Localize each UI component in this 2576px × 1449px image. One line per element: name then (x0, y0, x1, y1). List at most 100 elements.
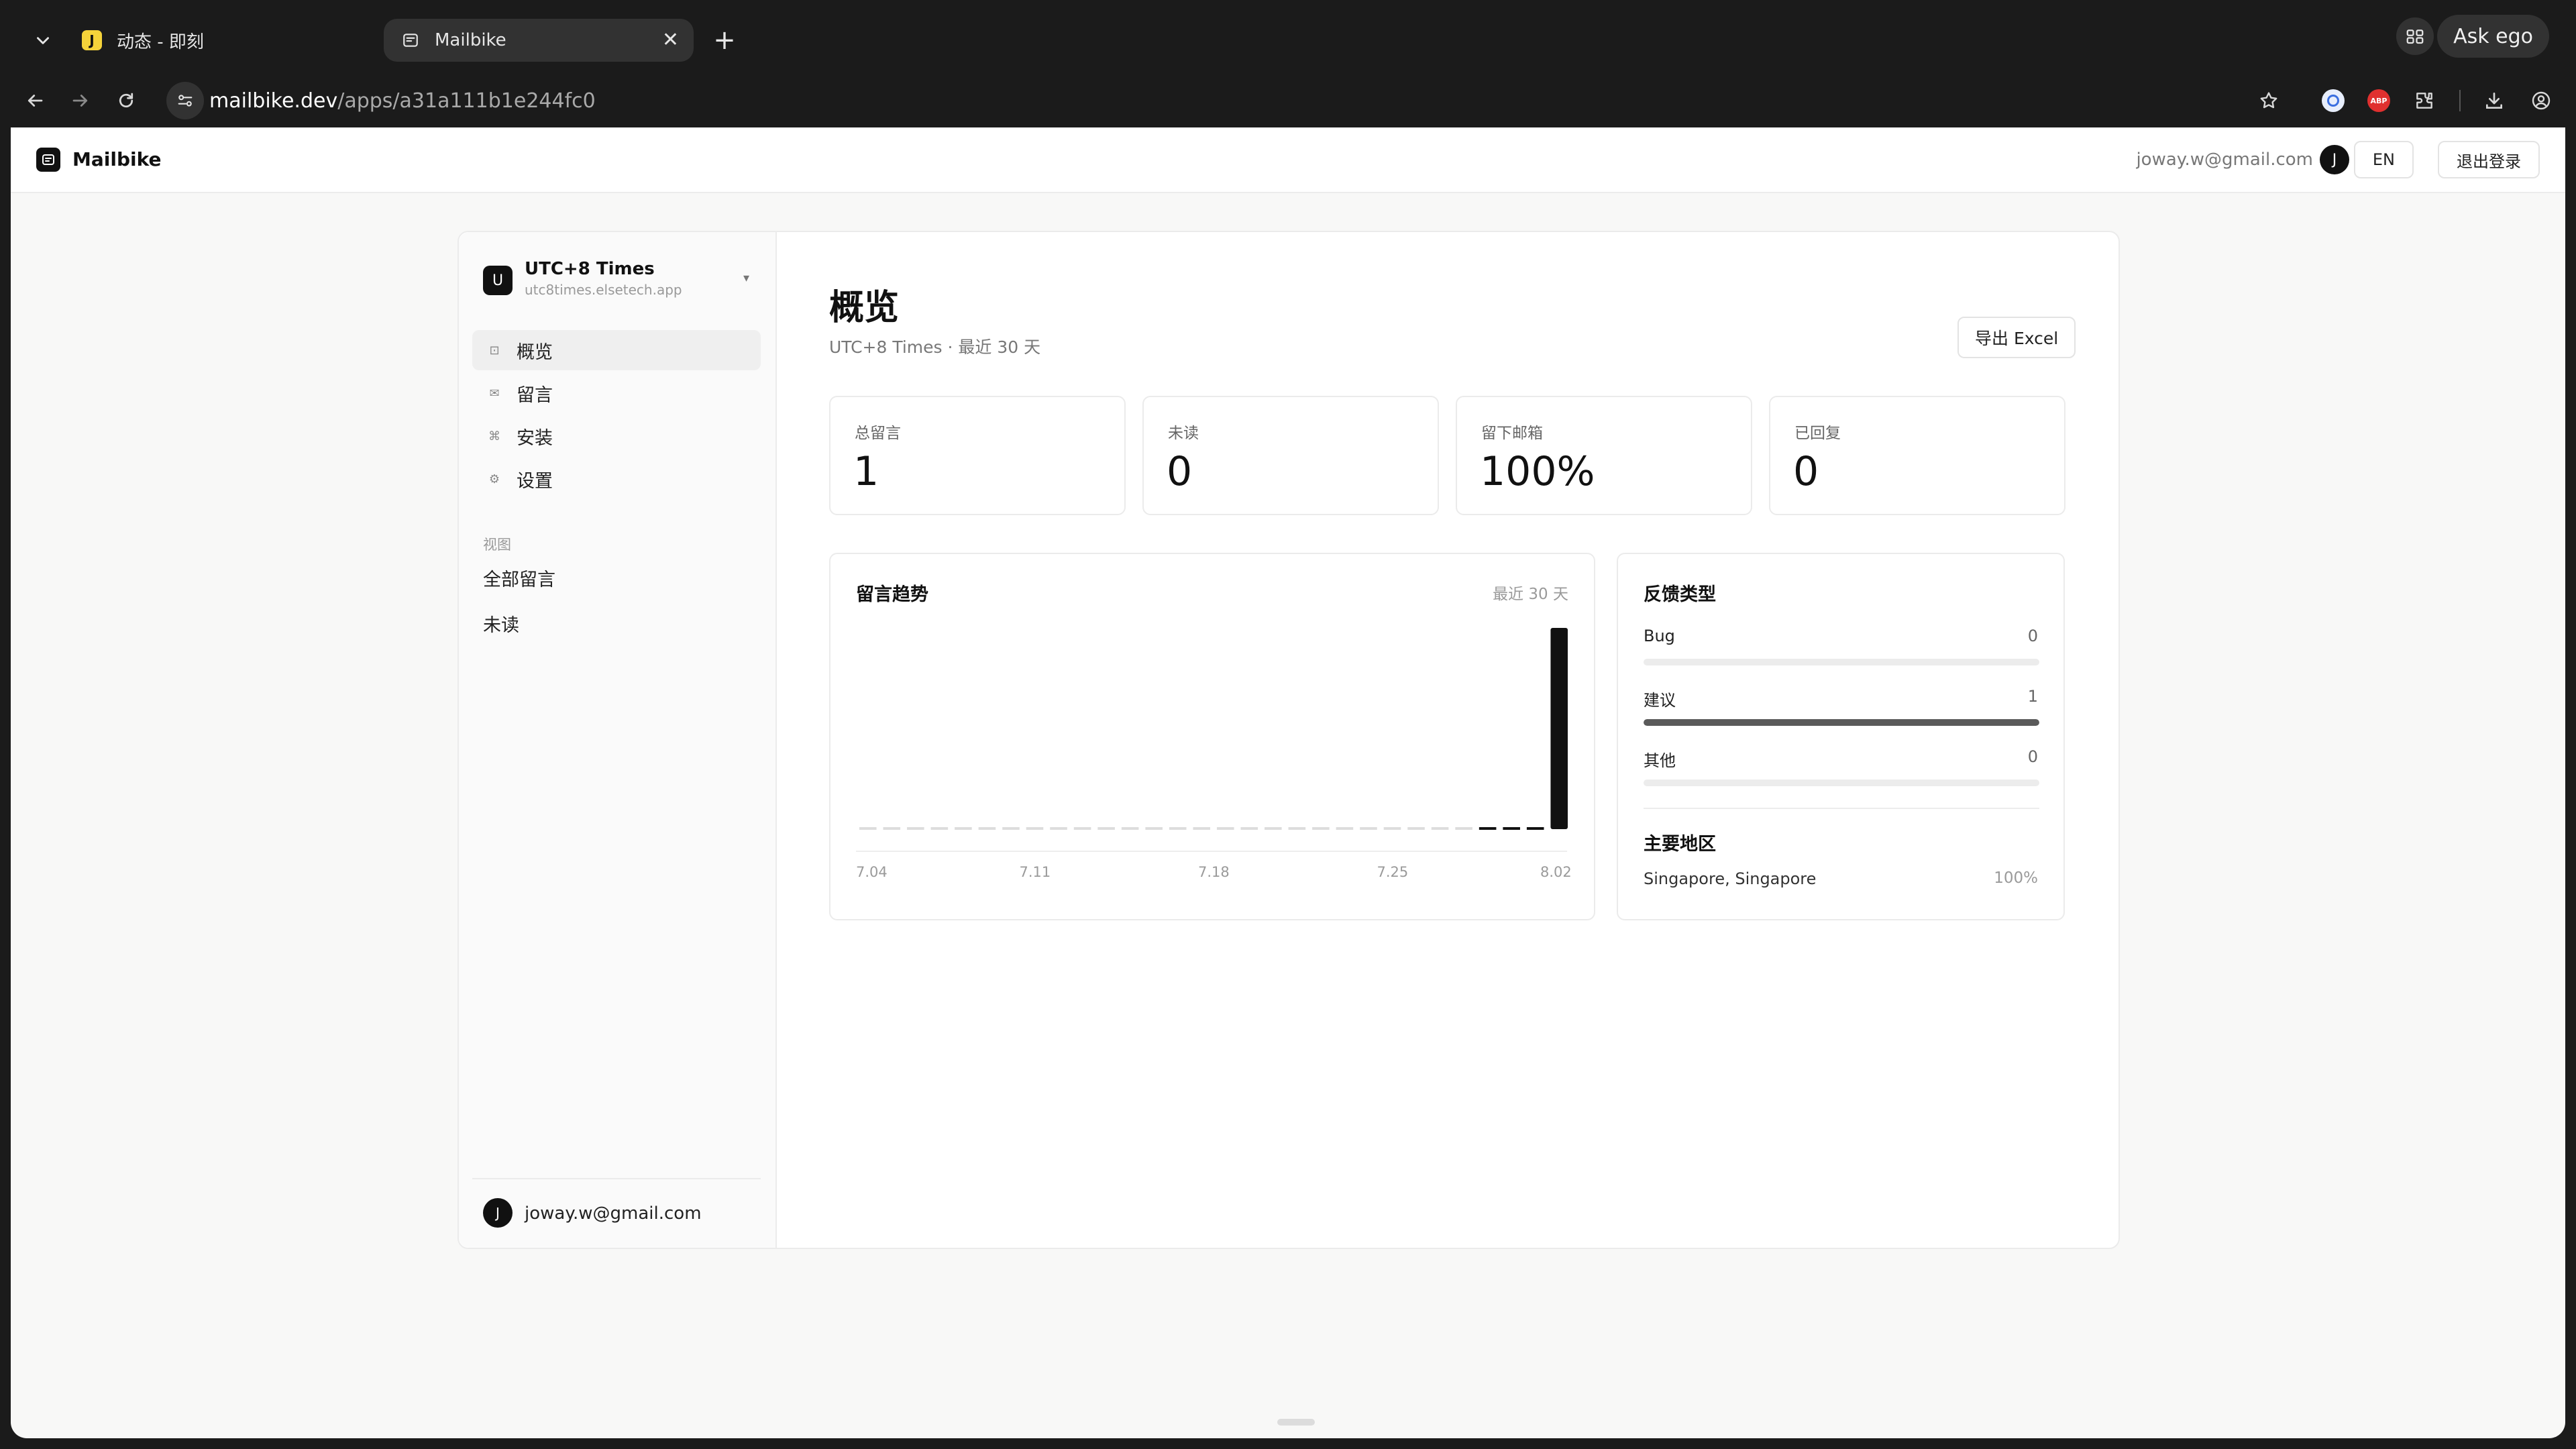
page-subtitle: UTC+8 Times · 最近 30 天 (829, 337, 1041, 357)
chart-bar (1050, 827, 1067, 830)
app-name[interactable]: UTC+8 Times (525, 259, 655, 279)
tab-search-chevron-icon[interactable] (23, 20, 63, 60)
command-icon: ⌘ (488, 429, 500, 443)
views-section-label: 视图 (483, 537, 511, 553)
chart-bar (1216, 827, 1234, 830)
chart-bar (1383, 827, 1401, 830)
chart-bar (1240, 827, 1258, 830)
chart-bar (1193, 827, 1211, 830)
stat-card-email-left: 留下邮箱 100% (1456, 396, 1752, 515)
chart-bar (1026, 827, 1044, 830)
header-user-email: joway.w@gmail.com (2136, 150, 2313, 170)
profile-icon[interactable] (2524, 83, 2559, 118)
gear-icon: ⚙ (488, 472, 500, 486)
feedback-bar-fill (1644, 719, 2039, 726)
top-region-name: Singapore, Singapore (1644, 869, 1817, 888)
dashboard-card: U UTC+8 Times utc8times.elsetech.app ▾ ⊡… (458, 231, 2120, 1249)
feedback-bar-track (1644, 719, 2039, 726)
brand-name[interactable]: Mailbike (72, 145, 161, 174)
mail-icon: ✉ (489, 386, 500, 400)
chart-x-tick-label: 8.02 (1540, 864, 1572, 880)
feedback-row-label: 建议 (1644, 691, 1676, 710)
extension-translate-icon[interactable] (2316, 83, 2351, 118)
chart-bar (930, 827, 949, 830)
tab-jike[interactable]: J 动态 - 即刻 (64, 19, 373, 62)
chart-bar (907, 827, 924, 830)
stat-card-replied: 已回复 0 (1769, 396, 2065, 515)
mailbike-logo-icon (36, 148, 60, 172)
sidebar-user-email[interactable]: joway.w@gmail.com (525, 1202, 702, 1225)
chart-bar (1312, 827, 1330, 830)
stat-label: 已回复 (1794, 425, 1841, 442)
sidebar: U UTC+8 Times utc8times.elsetech.app ▾ ⊡… (459, 232, 777, 1248)
chart-bar (1265, 827, 1282, 830)
language-button[interactable]: EN (2353, 141, 2414, 178)
view-unread[interactable]: 未读 (483, 610, 519, 637)
back-arrow-icon[interactable] (15, 80, 55, 121)
feedback-bar-track (1644, 780, 2039, 786)
grid-icon: ⊡ (489, 343, 500, 358)
url-field[interactable]: mailbike.dev/apps/a31a111b1e244fc0 (209, 85, 596, 118)
chart-bar (1550, 628, 1568, 829)
tab-grid-icon[interactable] (2396, 17, 2434, 55)
stat-label: 总留言 (855, 425, 901, 442)
chart-x-tick-label: 7.18 (1198, 864, 1230, 880)
stat-card-total: 总留言 1 (829, 396, 1126, 515)
trend-chart-panel: 留言趋势 最近 30 天 7.04 7.11 7.18 7.25 8.02 (829, 553, 1595, 920)
chart-x-tick-label: 7.04 (856, 864, 888, 880)
sidebar-item-settings[interactable]: ⚙ 设置 (472, 459, 761, 499)
chart-bar (1073, 827, 1091, 830)
extensions-puzzle-icon[interactable] (2407, 83, 2442, 118)
forward-arrow-icon[interactable] (60, 80, 101, 121)
chart-bar (1455, 827, 1472, 830)
reload-icon[interactable] (106, 80, 146, 121)
chart-x-tick-label: 7.25 (1377, 864, 1409, 880)
stat-value: 0 (1167, 448, 1193, 495)
download-icon[interactable] (2477, 83, 2512, 118)
sidebar-item-label: 留言 (517, 384, 553, 406)
chart-bar (1002, 827, 1020, 830)
export-excel-button[interactable]: 导出 Excel (1957, 317, 2076, 358)
sidebar-item-install[interactable]: ⌘ 安装 (472, 416, 761, 456)
mailbike-favicon-icon (401, 31, 420, 50)
tab-title: 动态 - 即刻 (117, 32, 204, 52)
sidebar-user-avatar[interactable]: J (483, 1198, 513, 1228)
sidebar-item-label: 安装 (517, 427, 553, 449)
jike-favicon-icon: J (82, 30, 102, 50)
close-tab-icon[interactable]: ✕ (662, 28, 679, 52)
toolbar-divider (2459, 90, 2461, 111)
stat-label: 留下邮箱 (1481, 425, 1543, 442)
adblock-label: ABP (2367, 89, 2390, 112)
logout-button[interactable]: 退出登录 (2438, 141, 2540, 178)
page-title: 概览 (829, 288, 900, 328)
feedback-panel-title: 反馈类型 (1644, 584, 1716, 605)
bookmark-star-icon[interactable] (2251, 83, 2286, 118)
feedback-row-value: 0 (2027, 747, 2038, 766)
sidebar-item-label: 概览 (517, 341, 553, 363)
feedback-divider (1644, 808, 2039, 809)
tab-mailbike[interactable]: Mailbike ✕ (384, 19, 694, 62)
chart-bar (1097, 827, 1115, 830)
scroll-indicator (1277, 1419, 1315, 1426)
app-header: Mailbike joway.w@gmail.com J EN 退出登录 (11, 127, 2565, 193)
chart-bar (1121, 827, 1139, 830)
top-region-percent: 100% (1994, 869, 2038, 887)
view-all-messages[interactable]: 全部留言 (483, 565, 555, 591)
top-region-title: 主要地区 (1644, 834, 1716, 855)
sidebar-item-messages[interactable]: ✉ 留言 (472, 373, 761, 413)
feedback-bar-track (1644, 659, 2039, 665)
chart-bar (859, 827, 877, 830)
new-tab-plus-icon[interactable]: + (704, 20, 745, 60)
chart-bar (1169, 827, 1187, 830)
site-settings-icon[interactable] (166, 82, 204, 119)
ask-ego-button[interactable]: Ask ego (2437, 15, 2549, 58)
app-avatar: U (483, 266, 513, 295)
sidebar-divider (472, 1178, 761, 1179)
adblock-extension-icon[interactable]: ABP (2361, 83, 2396, 118)
main-content: 概览 UTC+8 Times · 最近 30 天 导出 Excel 总留言 1 … (775, 232, 2118, 1248)
header-avatar[interactable]: J (2320, 145, 2349, 174)
app-switcher-chevron-icon[interactable]: ▾ (743, 271, 749, 285)
stat-value: 100% (1480, 448, 1595, 495)
tab-title: Mailbike (435, 30, 506, 50)
sidebar-item-overview[interactable]: ⊡ 概览 (472, 330, 761, 370)
